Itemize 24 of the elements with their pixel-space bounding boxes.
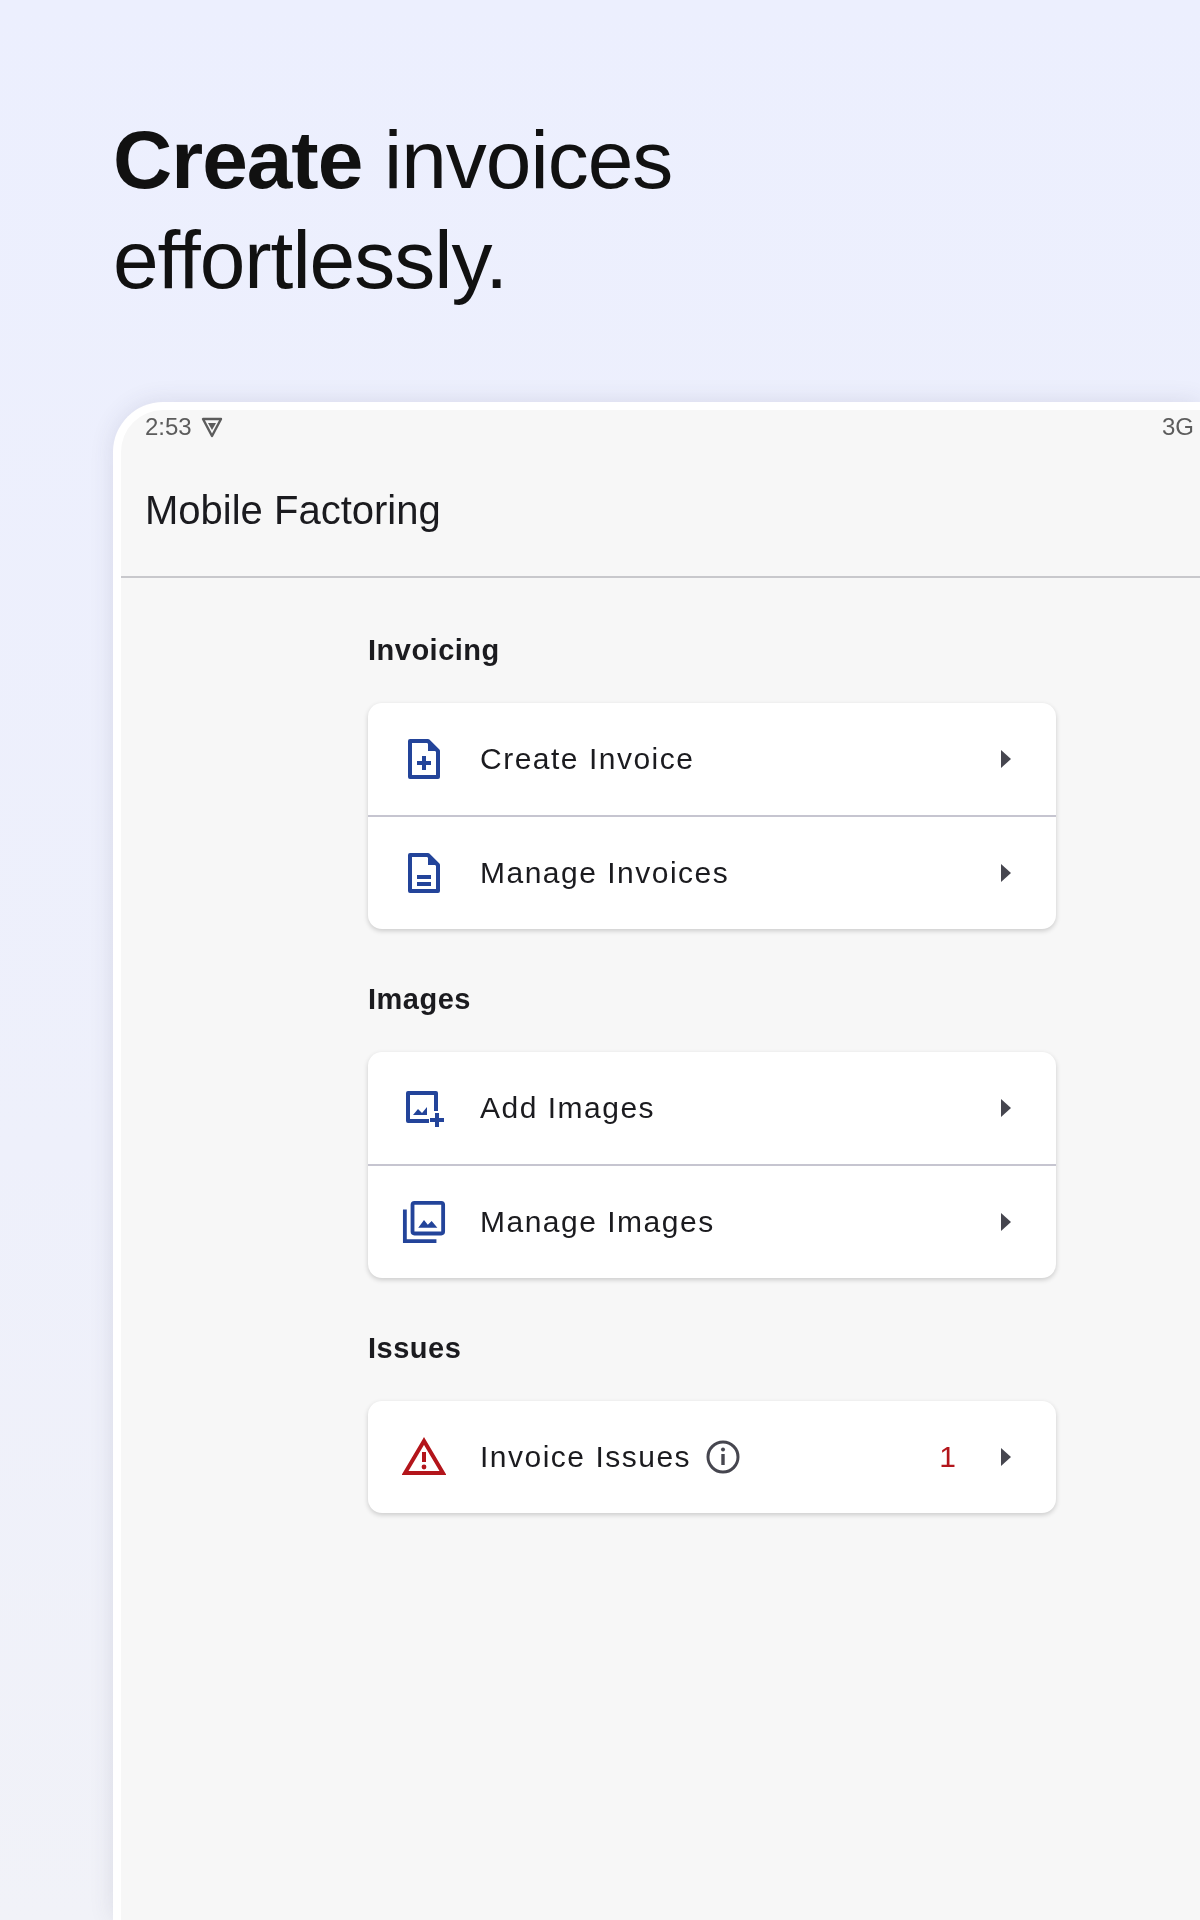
images-icon [402, 1199, 446, 1245]
file-plus-icon [407, 738, 441, 780]
section-title: Issues [368, 1332, 463, 1365]
chevron-right-icon [1000, 863, 1012, 883]
chevron-right-icon [1000, 1447, 1012, 1467]
menu-item[interactable]: Manage Invoices [368, 815, 1056, 929]
info-icon[interactable] [705, 1439, 742, 1475]
menu-item[interactable]: Create Invoice [368, 703, 1056, 815]
menu-item[interactable]: Add Images [368, 1052, 1056, 1164]
warning-icon [402, 1437, 446, 1477]
app-title: Mobile Factoring [145, 487, 441, 533]
issue-count: 1 [939, 1440, 956, 1474]
chevron-right-icon [1000, 1098, 1012, 1118]
headline: Create invoices effortlessly. [112, 113, 674, 307]
shield-icon [199, 415, 224, 439]
section-title: Images [368, 983, 472, 1016]
menu-item[interactable]: Invoice Issues 1 [368, 1401, 1056, 1513]
document-icon [407, 852, 441, 894]
chevron-right-icon [1000, 1212, 1012, 1232]
network-type: 3G [1162, 413, 1194, 441]
section-title: Invoicing [368, 634, 501, 667]
status-time: 2:53 [145, 413, 192, 441]
menu-item[interactable]: Manage Images [368, 1164, 1056, 1278]
chevron-right-icon [1000, 749, 1012, 769]
